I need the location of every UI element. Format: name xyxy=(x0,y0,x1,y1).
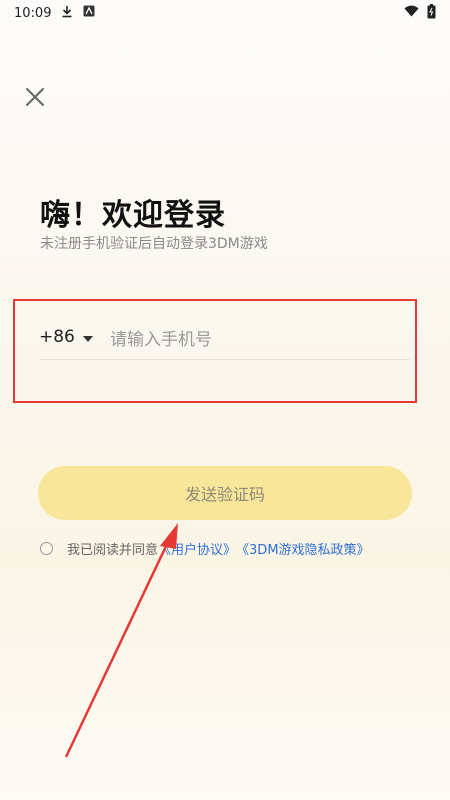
close-button[interactable] xyxy=(22,86,48,112)
page-title: 嗨！欢迎登录 xyxy=(40,198,226,233)
page-subtitle: 未注册手机验证后自动登录3DM游戏 xyxy=(40,236,268,252)
user-agreement-link[interactable]: 《用户协议》 xyxy=(158,539,236,558)
status-time: 10:09 xyxy=(14,5,52,21)
app-notification-icon xyxy=(83,5,95,21)
send-code-button[interactable]: 发送验证码 xyxy=(38,466,412,520)
country-code-selector[interactable]: +86 xyxy=(39,327,93,347)
phone-number-input[interactable] xyxy=(110,322,410,358)
chevron-down-icon xyxy=(82,327,93,347)
country-code-label: +86 xyxy=(39,327,75,347)
agreement-prefix: 我已阅读并同意 xyxy=(67,543,159,558)
close-icon xyxy=(24,86,46,112)
agreement-row: 我已阅读并同意 《用户协议》 《3DM游戏隐私政策》 xyxy=(40,539,370,558)
download-icon xyxy=(61,5,73,22)
input-underline xyxy=(39,359,410,360)
battery-icon xyxy=(427,3,436,23)
phone-input-group: +86 xyxy=(13,299,417,403)
status-bar: 10:09 xyxy=(0,0,450,26)
status-right xyxy=(404,3,436,23)
radio-icon[interactable] xyxy=(40,542,53,555)
status-left: 10:09 xyxy=(14,5,95,22)
wifi-icon xyxy=(404,5,419,21)
privacy-policy-link[interactable]: 《3DM游戏隐私政策》 xyxy=(236,539,370,558)
